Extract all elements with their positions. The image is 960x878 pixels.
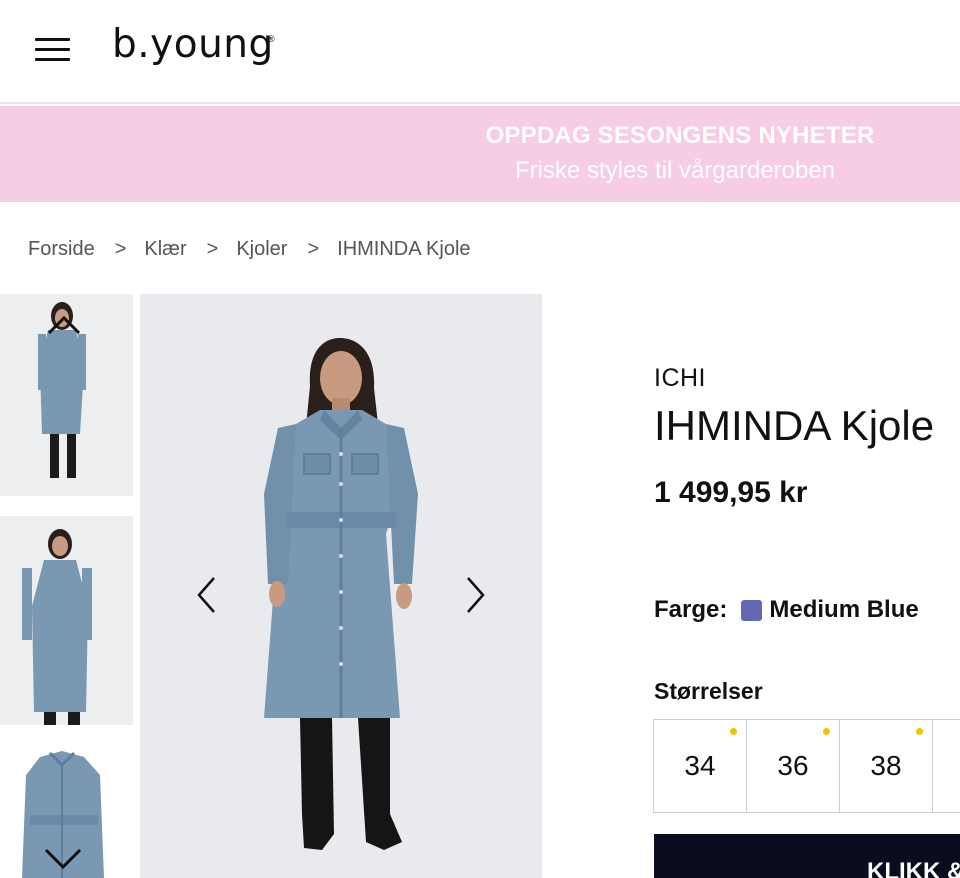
low-stock-dot [823, 728, 830, 735]
color-name: Medium Blue [769, 596, 919, 623]
chevron-left-icon[interactable] [194, 575, 220, 615]
chevron-up-icon[interactable] [46, 312, 82, 338]
promo-banner[interactable]: OPPDAG SESONGENS NYHETER Friske styles t… [0, 106, 960, 202]
sizes-label: Størrelser [654, 678, 763, 704]
color-swatch[interactable] [741, 599, 763, 621]
size-option[interactable]: 38 [840, 720, 933, 812]
size-option[interactable] [933, 720, 960, 812]
product-title: IHMINDA Kjole [654, 402, 935, 449]
breadcrumb-home[interactable]: Forside [28, 238, 95, 261]
breadcrumb: Forside > Klær > Kjoler > IHMINDA Kjole [28, 236, 471, 262]
promo-subtitle: Friske styles til vårgarderoben [514, 157, 836, 184]
size-value: 36 [777, 750, 809, 781]
color-selector: Farge: Medium Blue [654, 596, 919, 624]
color-label: Farge: [654, 596, 728, 623]
product-thumbnail[interactable] [0, 516, 133, 725]
breadcrumb-clothes[interactable]: Klær [144, 238, 186, 261]
breadcrumb-separator: > [206, 237, 219, 260]
size-value: 38 [870, 750, 902, 781]
low-stock-dot [730, 728, 737, 735]
size-option[interactable]: 36 [747, 720, 840, 812]
breadcrumb-current: IHMINDA Kjole [337, 237, 471, 260]
size-selector: 34 36 38 [653, 719, 960, 813]
product-price: 1 499,95 kr [654, 476, 808, 509]
site-header: b.young ® [0, 0, 960, 104]
cta-button[interactable]: KLIKK & [654, 834, 960, 878]
low-stock-dot [916, 728, 923, 735]
size-value: 34 [684, 750, 716, 781]
promo-title: OPPDAG SESONGENS NYHETER [485, 122, 875, 149]
breadcrumb-dresses[interactable]: Kjoler [236, 238, 287, 261]
chevron-right-icon[interactable] [462, 575, 488, 615]
breadcrumb-separator: > [307, 237, 320, 260]
breadcrumb-separator: > [114, 237, 127, 260]
size-option[interactable]: 34 [654, 720, 747, 812]
registered-mark: ® [268, 34, 275, 44]
product-brand[interactable]: ICHI [654, 364, 706, 393]
brand-logo[interactable]: b.young [112, 22, 274, 67]
hamburger-menu-icon[interactable] [35, 38, 70, 62]
chevron-down-icon[interactable] [43, 844, 83, 872]
